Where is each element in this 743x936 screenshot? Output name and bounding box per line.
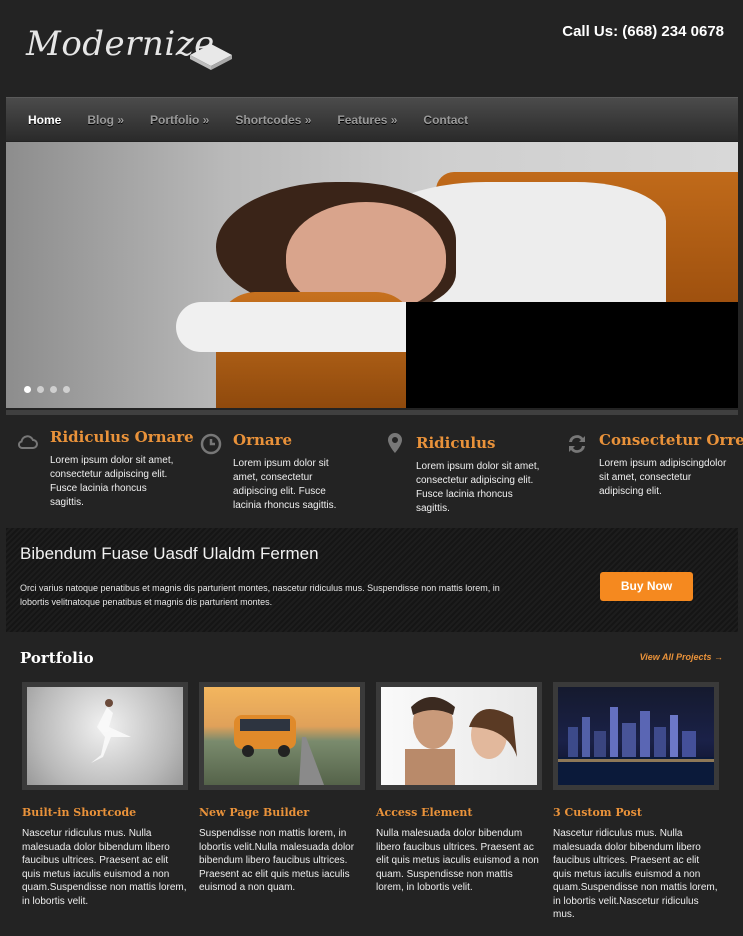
view-all-projects-link[interactable]: View All Projects → <box>640 652 723 662</box>
slider-pagination <box>24 386 70 393</box>
refresh-icon <box>569 435 585 453</box>
promo-text: Orci varius natoque penatibus et magnis … <box>20 583 500 607</box>
feature-title: Ridiculus <box>416 434 496 452</box>
map-pin-icon <box>388 433 402 453</box>
portfolio-item: Built-in Shortcode Nascetur ridiculus mu… <box>22 682 188 908</box>
call-us-phone: Call Us: (668) 234 0678 <box>562 23 724 40</box>
feature-text: Lorem ipsum dolor sit amet, consectetur … <box>50 455 174 508</box>
nav-item-features[interactable]: Features » <box>337 113 397 127</box>
portfolio-item-title[interactable]: 3 Custom Post <box>553 806 719 819</box>
portfolio-thumbnail[interactable] <box>376 682 542 790</box>
nav-item-blog[interactable]: Blog » <box>87 113 124 127</box>
feature-block: Ridiculus Ornare Lorem ipsum dolor sit a… <box>50 428 194 510</box>
clock-icon <box>200 433 222 455</box>
couple-image <box>405 697 517 785</box>
buy-now-button[interactable]: Buy Now <box>600 572 693 601</box>
city-skyline-image <box>558 707 714 785</box>
promo-title: Bibendum Fuase Uasdf Ulaldm Fermen <box>20 544 319 563</box>
bus-image <box>234 715 324 785</box>
portfolio-item: New Page Builder Suspendisse non mattis … <box>199 682 365 895</box>
portfolio-item-title[interactable]: Built-in Shortcode <box>22 806 188 819</box>
slider-dot[interactable] <box>24 386 31 393</box>
hero-slider[interactable] <box>6 142 738 408</box>
logo-diamond-icon <box>190 44 232 70</box>
portfolio-item-text: Nulla malesuada dolor bibendum libero fa… <box>376 828 539 893</box>
feature-text: Lorem ipsum dolor sit amet, consectetur … <box>233 458 337 511</box>
feature-block: Ridiculus Lorem ipsum dolor sit amet, co… <box>416 434 546 516</box>
portfolio-heading: Portfolio <box>20 649 94 667</box>
cloud-icon <box>17 435 38 449</box>
portfolio-item-text: Nascetur ridiculus mus. Nulla malesuada … <box>553 828 718 920</box>
portfolio-item: Access Element Nulla malesuada dolor bib… <box>376 682 542 895</box>
site-logo[interactable]: Modernize <box>26 24 215 64</box>
slide-image-arm <box>176 302 436 352</box>
feature-title: Ridiculus Ornare <box>50 428 194 446</box>
slider-dot[interactable] <box>63 386 70 393</box>
nav-item-contact[interactable]: Contact <box>423 113 468 127</box>
portfolio-item: 3 Custom Post Nascetur ridiculus mus. Nu… <box>553 682 719 922</box>
portfolio-item-text: Nascetur ridiculus mus. Nulla malesuada … <box>22 828 187 907</box>
main-nav: Home Blog » Portfolio » Shortcodes » Fea… <box>6 97 738 141</box>
portfolio-item-text: Suspendisse non mattis lorem, in loborti… <box>199 828 355 893</box>
slider-dot[interactable] <box>37 386 44 393</box>
slider-divider <box>6 410 738 415</box>
feature-block: Ornare Lorem ipsum dolor sit amet, conse… <box>233 431 353 513</box>
portfolio-item-title[interactable]: Access Element <box>376 806 542 819</box>
portfolio-thumbnail[interactable] <box>199 682 365 790</box>
slide-caption-box <box>406 302 738 408</box>
slider-dot[interactable] <box>50 386 57 393</box>
portfolio-thumbnail[interactable] <box>22 682 188 790</box>
feature-text: Lorem ipsum adipiscingdolor sit amet, co… <box>599 458 727 497</box>
promo-banner: Bibendum Fuase Uasdf Ulaldm Fermen Orci … <box>6 528 738 632</box>
feature-title: Consectetur Orre <box>599 431 743 449</box>
feature-text: Lorem ipsum dolor sit amet, consectetur … <box>416 461 540 514</box>
dancer-image <box>91 699 131 763</box>
portfolio-thumbnail[interactable] <box>553 682 719 790</box>
nav-item-home[interactable]: Home <box>28 113 61 127</box>
feature-title: Ornare <box>233 431 293 449</box>
nav-item-shortcodes[interactable]: Shortcodes » <box>235 113 311 127</box>
nav-item-portfolio[interactable]: Portfolio » <box>150 113 209 127</box>
feature-block: Consectetur Orre Lorem ipsum adipiscingd… <box>599 431 743 499</box>
portfolio-item-title[interactable]: New Page Builder <box>199 806 365 819</box>
